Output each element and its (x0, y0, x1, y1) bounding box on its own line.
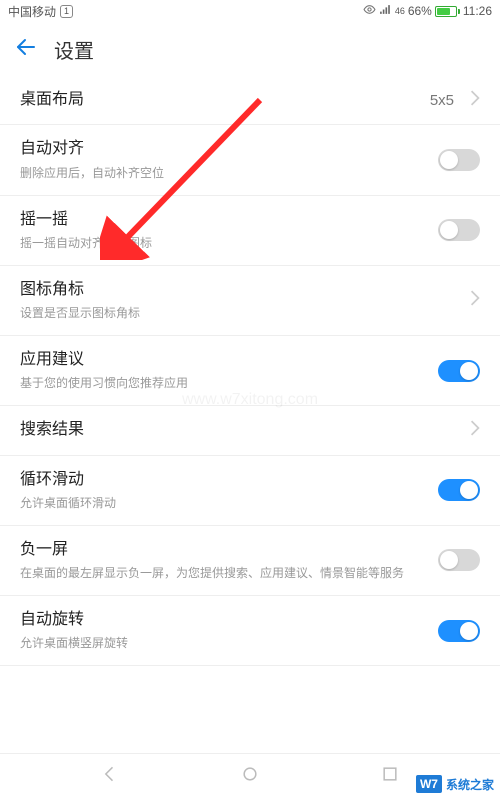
nav-recent-icon[interactable] (380, 764, 400, 789)
row-title: 循环滑动 (20, 469, 428, 491)
row-title: 应用建议 (20, 349, 428, 371)
toggle-auto-align[interactable] (438, 149, 480, 171)
eye-comfort-icon (363, 3, 376, 19)
status-bar: 中国移动 1 46 66% 11:26 (0, 0, 500, 22)
back-arrow-icon[interactable] (14, 35, 38, 64)
row-search-results[interactable]: 搜索结果 (0, 406, 500, 455)
signal-icon (379, 3, 392, 19)
row-title: 自动旋转 (20, 609, 428, 631)
sim-slot-badge: 1 (60, 5, 73, 18)
toggle-loop-scroll[interactable] (438, 479, 480, 501)
toggle-minus-one[interactable] (438, 549, 480, 571)
watermark: W7 系统之家 (416, 775, 494, 793)
watermark-text: 系统之家 (446, 776, 494, 793)
settings-list: 桌面布局 5x5 自动对齐 删除应用后，自动补齐空位 摇一摇 摇一摇自动对齐桌面… (0, 76, 500, 666)
chevron-right-icon (470, 290, 480, 311)
header: 设置 (0, 22, 500, 76)
battery-percent: 66% (408, 4, 432, 18)
row-subtitle: 摇一摇自动对齐桌面图标 (20, 235, 428, 252)
row-title: 自动对齐 (20, 138, 428, 160)
row-app-suggestion: 应用建议 基于您的使用习惯向您推荐应用 (0, 336, 500, 406)
row-subtitle: 允许桌面横竖屏旋转 (20, 635, 428, 652)
row-subtitle: 允许桌面循环滑动 (20, 495, 428, 512)
row-icon-badge[interactable]: 图标角标 设置是否显示图标角标 (0, 266, 500, 336)
row-desktop-layout[interactable]: 桌面布局 5x5 (0, 76, 500, 125)
row-auto-align: 自动对齐 删除应用后，自动补齐空位 (0, 125, 500, 195)
row-subtitle: 在桌面的最左屏显示负一屏，为您提供搜索、应用建议、情景智能等服务 (20, 565, 428, 582)
network-label: 46 (395, 6, 405, 16)
row-subtitle: 删除应用后，自动补齐空位 (20, 165, 428, 182)
nav-home-icon[interactable] (240, 764, 260, 789)
row-value: 5x5 (430, 92, 454, 109)
row-minus-one-screen: 负一屏 在桌面的最左屏显示负一屏，为您提供搜索、应用建议、情景智能等服务 (0, 526, 500, 596)
row-title: 搜索结果 (20, 419, 460, 441)
page-title: 设置 (54, 35, 94, 64)
battery-icon (435, 6, 460, 17)
row-loop-scroll: 循环滑动 允许桌面循环滑动 (0, 456, 500, 526)
row-title: 摇一摇 (20, 209, 428, 231)
toggle-auto-rotate[interactable] (438, 620, 480, 642)
row-auto-rotate: 自动旋转 允许桌面横竖屏旋转 (0, 596, 500, 666)
toggle-shake[interactable] (438, 219, 480, 241)
row-title: 负一屏 (20, 539, 428, 561)
row-subtitle: 基于您的使用习惯向您推荐应用 (20, 375, 428, 392)
chevron-right-icon (470, 90, 480, 111)
row-title: 桌面布局 (20, 89, 420, 111)
nav-back-icon[interactable] (100, 764, 120, 789)
row-subtitle: 设置是否显示图标角标 (20, 305, 460, 322)
chevron-right-icon (470, 420, 480, 441)
carrier-name: 中国移动 (8, 3, 56, 20)
toggle-app-suggestion[interactable] (438, 360, 480, 382)
watermark-logo: W7 (416, 775, 442, 793)
row-shake: 摇一摇 摇一摇自动对齐桌面图标 (0, 196, 500, 266)
clock: 11:26 (463, 4, 492, 18)
row-title: 图标角标 (20, 279, 460, 301)
